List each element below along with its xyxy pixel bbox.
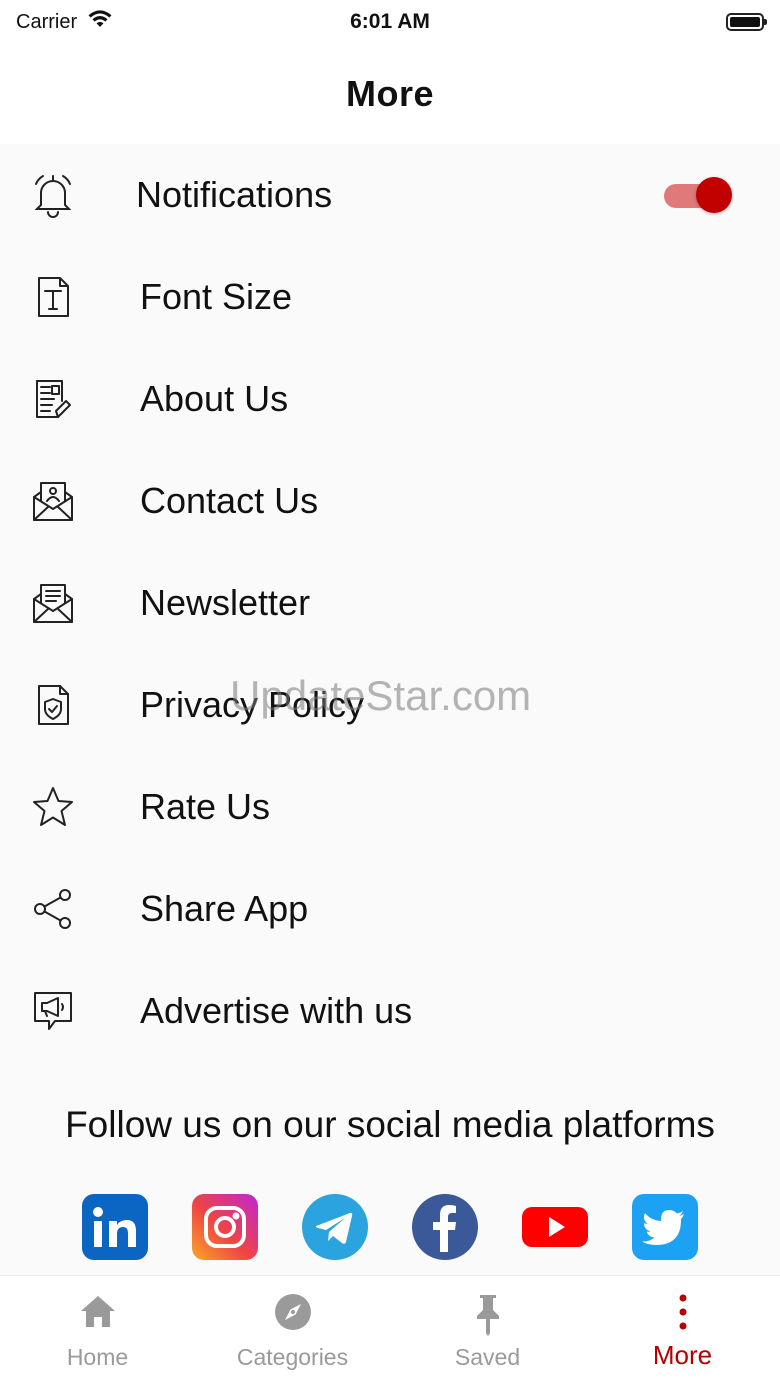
- bell-icon: [30, 172, 76, 218]
- menu-item-label: Rate Us: [140, 786, 271, 827]
- status-bar: Carrier 6:01 AM: [0, 0, 780, 44]
- instagram-icon[interactable]: [192, 1194, 258, 1260]
- tab-categories[interactable]: Categories: [195, 1276, 390, 1388]
- contact-icon: [30, 478, 76, 524]
- share-icon: [30, 886, 76, 932]
- settings-menu: Notifications Font Size About Us Contact…: [0, 144, 780, 1062]
- menu-item-label: Contact Us: [140, 480, 319, 521]
- status-time: 6:01 AM: [350, 10, 430, 33]
- menu-item-font-size[interactable]: Font Size: [0, 246, 780, 348]
- menu-item-label: Newsletter: [140, 582, 311, 623]
- tab-more[interactable]: More: [585, 1276, 780, 1388]
- menu-item-label: Advertise with us: [140, 990, 413, 1031]
- about-icon: [30, 376, 76, 422]
- menu-item-advertise[interactable]: Advertise with us: [0, 960, 780, 1062]
- menu-item-label: About Us: [140, 378, 289, 419]
- font-size-icon: [30, 274, 76, 320]
- menu-item-rate-us[interactable]: Rate Us: [0, 756, 780, 858]
- pin-icon: [390, 1292, 585, 1336]
- more-icon: [585, 1292, 780, 1332]
- menu-item-label: Privacy Policy: [140, 684, 365, 725]
- tab-label: More: [652, 1340, 713, 1370]
- youtube-icon[interactable]: [522, 1194, 588, 1260]
- compass-icon: [195, 1292, 390, 1332]
- carrier-label: Carrier: [16, 10, 78, 33]
- menu-item-label: Share App: [140, 888, 309, 929]
- menu-item-contact-us[interactable]: Contact Us: [0, 450, 780, 552]
- battery-icon: [726, 13, 767, 31]
- menu-item-notifications[interactable]: Notifications: [0, 144, 780, 246]
- page-header: More: [0, 44, 780, 144]
- social-title: Follow us on our social media platforms: [65, 1104, 715, 1145]
- page-title: More: [345, 73, 434, 114]
- menu-item-privacy-policy[interactable]: Privacy Policy: [0, 654, 780, 756]
- linkedin-icon[interactable]: [82, 1194, 148, 1260]
- shield-icon: [30, 682, 76, 728]
- newsletter-icon: [30, 580, 76, 626]
- twitter-icon[interactable]: [632, 1194, 698, 1260]
- wifi-icon: [87, 9, 113, 35]
- notifications-toggle[interactable]: [664, 177, 732, 213]
- facebook-icon[interactable]: [412, 1194, 478, 1260]
- tab-label: Saved: [454, 1344, 521, 1370]
- menu-item-about-us[interactable]: About Us: [0, 348, 780, 450]
- telegram-icon[interactable]: [302, 1194, 368, 1260]
- bottom-tab-bar: Home Categories Saved More: [0, 1275, 780, 1388]
- tab-label: Home: [66, 1344, 129, 1370]
- star-icon: [30, 784, 76, 830]
- menu-item-label: Notifications: [136, 174, 333, 215]
- menu-item-share-app[interactable]: Share App: [0, 858, 780, 960]
- tab-saved[interactable]: Saved: [390, 1276, 585, 1388]
- social-links: [0, 1194, 780, 1262]
- home-icon: [0, 1292, 195, 1332]
- tab-home[interactable]: Home: [0, 1276, 195, 1388]
- megaphone-icon: [30, 988, 76, 1034]
- menu-item-label: Font Size: [140, 276, 293, 317]
- menu-item-newsletter[interactable]: Newsletter: [0, 552, 780, 654]
- tab-label: Categories: [236, 1344, 349, 1370]
